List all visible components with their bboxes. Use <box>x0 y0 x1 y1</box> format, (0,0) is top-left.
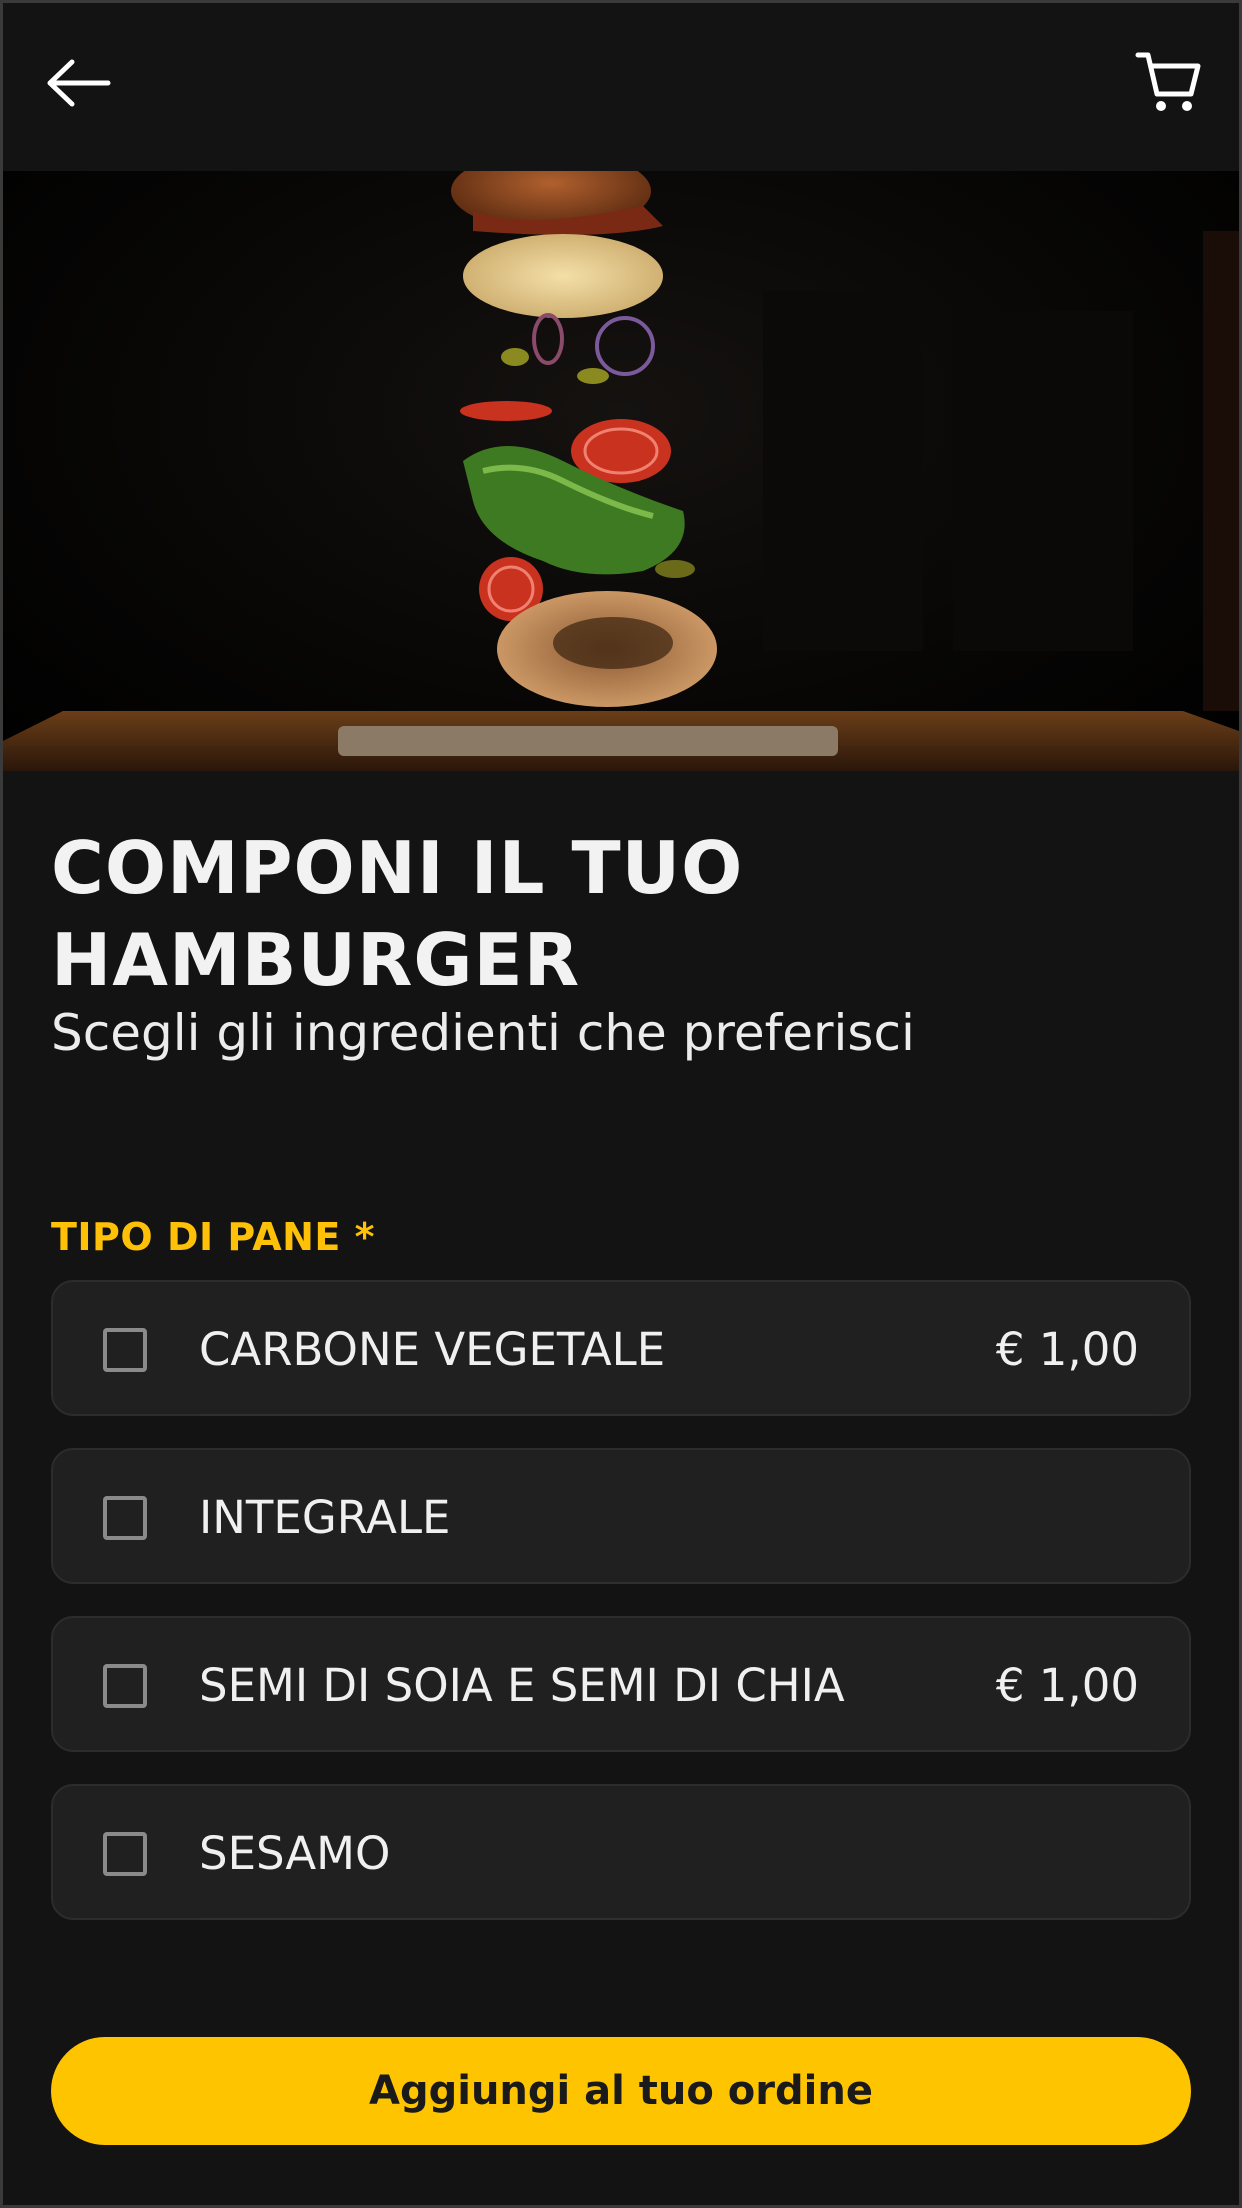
shopping-cart-icon <box>1135 52 1201 111</box>
option-price: € 1,00 <box>995 1659 1139 1712</box>
page-title: COMPONI IL TUO HAMBURGER <box>51 826 744 1002</box>
add-to-order-button[interactable]: Aggiungi al tuo ordine <box>51 2037 1191 2145</box>
option-label: CARBONE VEGETALE <box>199 1323 666 1376</box>
cart-button[interactable] <box>1132 46 1204 118</box>
divider <box>199 1918 1159 1920</box>
option-label: INTEGRALE <box>199 1491 451 1544</box>
option-price: € 1,00 <box>995 1323 1139 1376</box>
option-carbone-vegetale[interactable]: CARBONE VEGETALE € 1,00 <box>51 1280 1191 1416</box>
section-label-bread-type: TIPO DI PANE * <box>51 1215 375 1259</box>
option-sesamo[interactable]: SESAMO <box>51 1784 1191 1920</box>
arrow-left-icon <box>47 59 111 107</box>
top-bar <box>0 0 1242 171</box>
option-label: SEMI DI SOIA E SEMI DI CHIA <box>199 1659 845 1712</box>
checkbox[interactable] <box>103 1832 147 1876</box>
checkbox[interactable] <box>103 1496 147 1540</box>
checkbox[interactable] <box>103 1328 147 1372</box>
hero-image <box>3 171 1239 771</box>
divider <box>199 1582 1159 1584</box>
back-button[interactable] <box>44 50 114 116</box>
page-subtitle: Scegli gli ingredienti che preferisci <box>51 1004 915 1062</box>
option-semi-di-soia-e-semi-di-chia[interactable]: SEMI DI SOIA E SEMI DI CHIA € 1,00 <box>51 1616 1191 1752</box>
option-label: SESAMO <box>199 1827 391 1880</box>
option-integrale[interactable]: INTEGRALE <box>51 1448 1191 1584</box>
divider <box>199 1414 1159 1416</box>
divider <box>199 1750 1159 1752</box>
checkbox[interactable] <box>103 1664 147 1708</box>
